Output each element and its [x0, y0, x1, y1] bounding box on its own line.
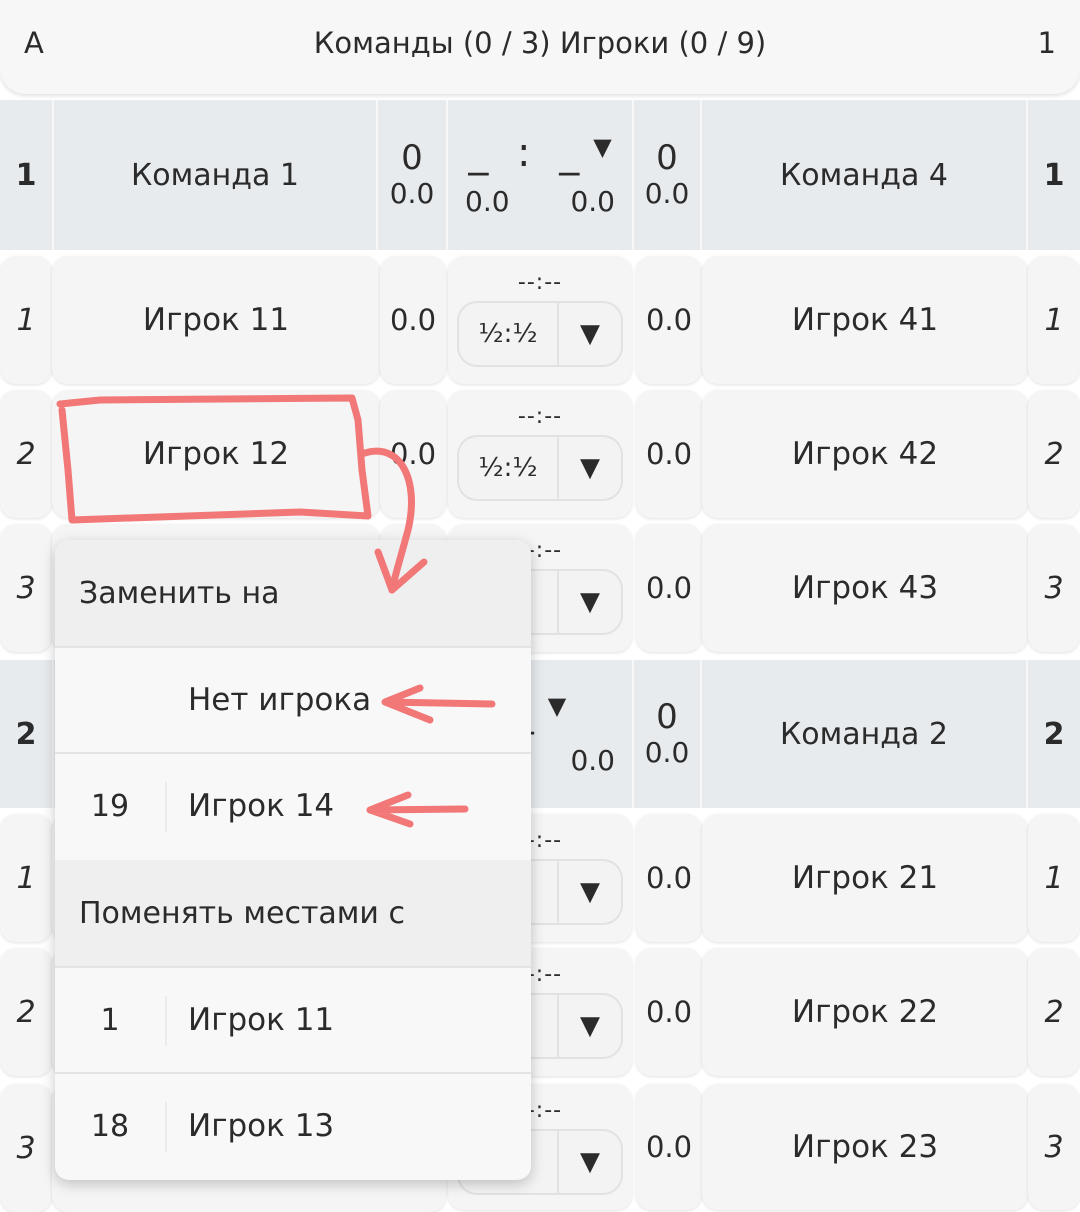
arrow-to-no-player — [381, 684, 496, 724]
annotation-overlay — [56, 394, 496, 828]
arrow-to-player-14 — [366, 791, 469, 828]
highlight-box — [56, 394, 372, 524]
